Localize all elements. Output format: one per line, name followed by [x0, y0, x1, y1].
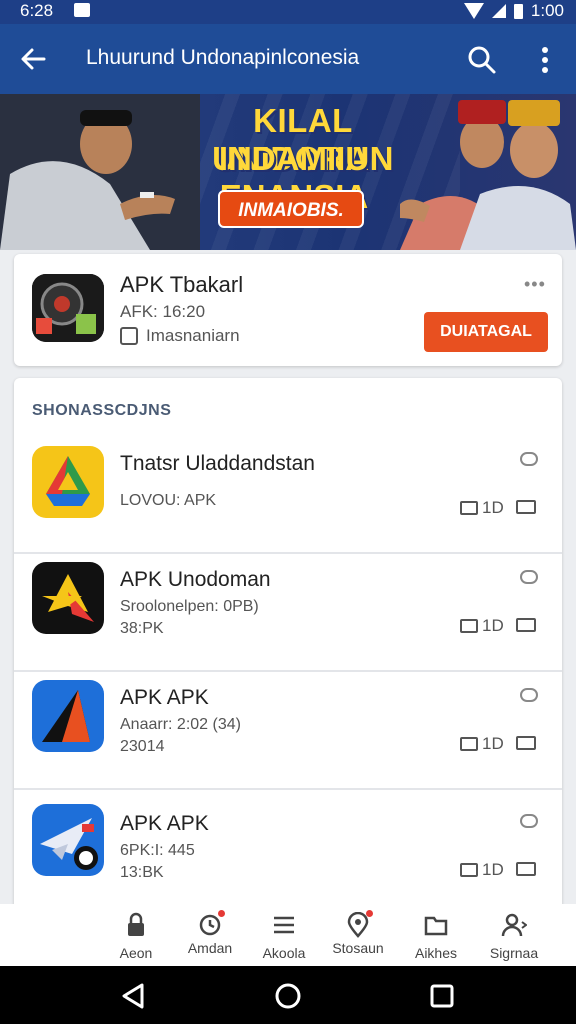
more-vertical-icon — [542, 47, 548, 73]
banner-cta-button[interactable]: INMAIOBIS. — [218, 190, 364, 228]
app-name: APK Unodoman — [120, 568, 271, 591]
app-size-text: 13:BK — [120, 864, 164, 881]
publisher-name: Imasnaniarn — [146, 326, 240, 345]
install-button[interactable]: DUIATAGAL — [424, 312, 548, 352]
list-item[interactable]: Tnatsr Uladdandstan LOVOU: APK 1D — [14, 436, 562, 554]
tab-aikhes[interactable]: Aikhes — [396, 908, 476, 964]
folder-icon — [424, 916, 448, 936]
app-size-text: 38:PK — [120, 620, 164, 637]
app-size: 1D — [460, 616, 504, 636]
signal-icon — [491, 4, 506, 18]
storage-icon — [460, 619, 478, 633]
overflow-menu-button[interactable] — [530, 40, 560, 80]
featured-app-card[interactable]: APK Tbakarl AFK: 16:20 Imasnaniarn ••• D… — [14, 254, 562, 366]
tab-akoola[interactable]: Akoola — [244, 908, 324, 964]
app-icon-arrow — [32, 680, 104, 752]
app-details: Sroolonelpen: 0PB) — [120, 598, 259, 615]
page-title: Lhuurund Undonapinlconesia — [86, 46, 360, 69]
nav-recents-button[interactable] — [426, 980, 458, 1012]
system-nav-bar — [0, 966, 576, 1024]
featured-app-name: APK Tbakarl — [120, 272, 244, 297]
square-recents-icon — [430, 984, 454, 1008]
notification-dot — [366, 910, 373, 917]
app-bar: Lhuurund Undonapinlconesia — [0, 24, 576, 94]
back-button[interactable] — [16, 42, 56, 76]
refresh-icon[interactable] — [520, 814, 538, 828]
search-icon — [468, 46, 496, 74]
triangle-back-icon — [122, 983, 144, 1009]
app-details: 6PK:I: 445 — [120, 842, 195, 859]
download-icon[interactable] — [516, 500, 536, 514]
app-size: 1D — [460, 860, 504, 880]
app-details: Anaarr: 2:02 (34) — [120, 716, 241, 733]
download-icon[interactable] — [516, 736, 536, 750]
download-icon[interactable] — [516, 618, 536, 632]
status-bar: 6:28 1:00 — [0, 0, 576, 24]
app-name: APK APK — [120, 812, 209, 835]
refresh-icon[interactable] — [520, 452, 538, 466]
nav-home-button[interactable] — [272, 980, 304, 1012]
refresh-icon[interactable] — [520, 688, 538, 702]
bottom-tab-bar: Aeon Amdan Akoola Stosaun Aikhes Sigrnaa — [0, 904, 576, 966]
download-icon[interactable] — [516, 862, 536, 876]
tab-stosaun[interactable]: Stosaun — [318, 908, 398, 964]
publisher-icon — [120, 327, 138, 345]
tab-aeon[interactable]: Aeon — [96, 908, 176, 964]
promo-banner[interactable]: KILAL UNIDORAN INDAMIIU ENANSIA INMAIOBI… — [0, 94, 576, 250]
featured-app-icon — [32, 274, 104, 342]
section-title: SHONASSCDJNS — [32, 402, 172, 419]
featured-app-publisher: Imasnaniarn — [120, 326, 240, 346]
app-size: 1D — [460, 734, 504, 754]
lock-icon — [128, 912, 144, 936]
status-icons: 1:00 — [463, 1, 564, 21]
notification-icon — [74, 3, 90, 17]
app-list-card: SHONASSCDJNS Tnatsr Uladdandstan LOVOU: … — [14, 378, 562, 978]
storage-icon — [460, 863, 478, 877]
tab-label: Akoola — [262, 945, 306, 961]
tab-label: Aikhes — [414, 945, 458, 961]
status-time: 6:28 — [20, 1, 54, 20]
tab-sigrnaa[interactable]: Sigrnaa — [474, 908, 554, 964]
battery-icon — [513, 3, 523, 19]
app-name: Tnatsr Uladdandstan — [120, 452, 315, 475]
app-details: LOVOU: APK — [120, 492, 217, 509]
profile-icon — [501, 913, 528, 937]
app-icon-drive — [32, 446, 104, 518]
storage-icon — [460, 501, 478, 515]
tab-label: Sigrnaa — [489, 945, 539, 961]
storage-icon — [460, 737, 478, 751]
list-item[interactable]: APK APK Anaarr: 2:02 (34) 23014 1D — [14, 672, 562, 790]
status-time-right: 1:00 — [530, 1, 564, 20]
tab-label: Aeon — [119, 945, 153, 961]
tab-amdan[interactable]: Amdan — [170, 908, 250, 964]
back-arrow-icon — [21, 48, 46, 70]
refresh-icon[interactable] — [520, 570, 538, 584]
app-size: 1D — [460, 498, 504, 518]
featured-menu-button[interactable]: ••• — [524, 274, 546, 295]
nav-back-button[interactable] — [118, 980, 150, 1012]
list-item[interactable]: APK Unodoman Sroolonelpen: 0PB) 38:PK 1D — [14, 554, 562, 672]
tab-label: Stosaun — [332, 940, 384, 956]
search-button[interactable] — [462, 40, 502, 80]
app-size-text: 23014 — [120, 738, 165, 755]
wifi-icon — [463, 3, 484, 19]
app-name: APK APK — [120, 686, 209, 709]
featured-app-meta: AFK: 16:20 — [120, 302, 206, 321]
tab-label: Amdan — [187, 940, 233, 956]
app-icon-plane — [32, 804, 104, 876]
menu-icon — [274, 916, 294, 934]
circle-home-icon — [275, 983, 301, 1009]
notification-dot — [218, 910, 225, 917]
app-icon-star — [32, 562, 104, 634]
list-item[interactable]: APK APK 6PK:I: 445 13:BK 1D — [14, 790, 562, 908]
